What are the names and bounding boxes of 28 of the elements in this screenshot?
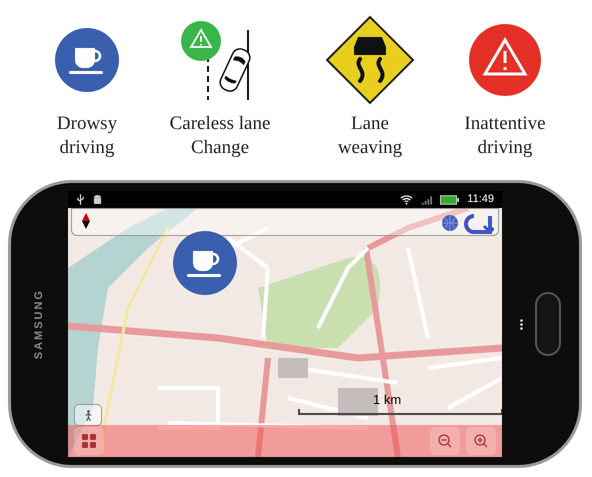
warning-icon — [469, 24, 541, 96]
coffee-alert-icon — [173, 231, 237, 295]
coffee-cup-icon — [55, 28, 119, 92]
home-button[interactable] — [535, 292, 561, 356]
battery-icon — [440, 194, 460, 204]
zoom-in-button[interactable] — [466, 427, 496, 455]
brand-logo: SAMSUNG — [32, 288, 46, 360]
status-time: 11:49 — [467, 194, 494, 205]
android-icon — [93, 194, 102, 205]
slippery-road-sign-icon — [325, 15, 415, 105]
globe-icon — [442, 215, 458, 231]
scale-label: 1 km — [373, 393, 402, 406]
zoom-in-icon — [474, 434, 488, 448]
zoom-out-icon — [438, 434, 452, 448]
walking-person-icon — [84, 410, 92, 420]
menu-dots-icon — [520, 318, 523, 330]
zoom-out-button[interactable] — [430, 427, 460, 455]
signal-icon — [421, 194, 432, 204]
grid-icon — [82, 434, 96, 448]
alert-label: Lane weaving — [338, 112, 402, 160]
alert-label: Careless lane Change — [170, 112, 270, 160]
usb-icon — [76, 194, 85, 205]
alert-label: Inattentive driving — [464, 112, 546, 160]
alert-label: Drowsy driving — [56, 112, 118, 160]
menu-button[interactable] — [74, 427, 104, 455]
walk-mode-button[interactable] — [74, 404, 102, 426]
compass-icon — [82, 213, 90, 229]
wifi-icon — [400, 194, 414, 205]
